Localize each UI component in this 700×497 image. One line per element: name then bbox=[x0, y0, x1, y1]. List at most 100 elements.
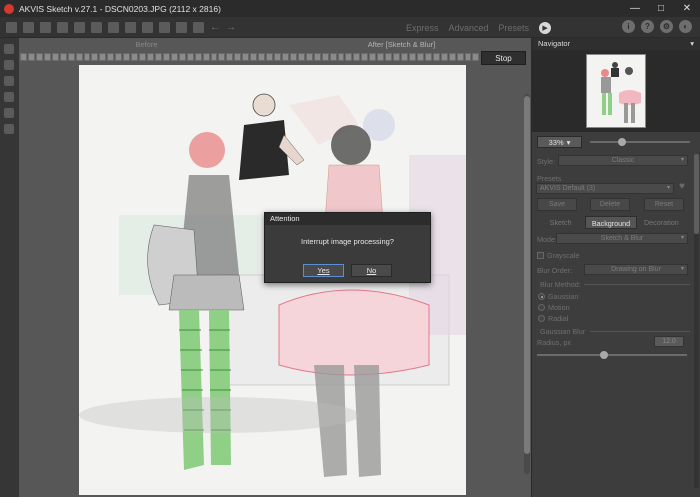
text-icon[interactable] bbox=[142, 21, 153, 33]
navigator-header: Navigator ▾ bbox=[532, 38, 700, 50]
title-bar: AKVIS Sketch v.27.1 - DSCN0203.JPG (2112… bbox=[0, 0, 700, 17]
settings-gear-icon[interactable]: ⚙ bbox=[660, 20, 673, 33]
undo-icon[interactable]: ← bbox=[210, 22, 220, 33]
progress-cell bbox=[258, 53, 266, 61]
progress-cell bbox=[361, 53, 369, 61]
batch-icon[interactable] bbox=[40, 21, 51, 33]
eraser-icon[interactable] bbox=[193, 21, 204, 33]
paint-icon[interactable] bbox=[4, 76, 14, 86]
progress-cell bbox=[305, 53, 313, 61]
progress-cell bbox=[27, 53, 35, 61]
grayscale-checkbox[interactable] bbox=[537, 252, 544, 259]
pencil-tool-icon[interactable] bbox=[4, 60, 14, 70]
crop-tool-icon[interactable] bbox=[4, 92, 14, 102]
reset-preset-button[interactable]: Reset bbox=[644, 198, 684, 211]
frame-icon[interactable] bbox=[125, 21, 136, 33]
tab-sketch[interactable]: Sketch bbox=[536, 216, 585, 229]
window-title: AKVIS Sketch v.27.1 - DSCN0203.JPG (2112… bbox=[19, 3, 221, 14]
zoom-select[interactable]: 33% ▾ bbox=[537, 136, 582, 148]
radius-slider-track[interactable] bbox=[537, 354, 687, 356]
run-icon[interactable]: ▶ bbox=[539, 21, 552, 34]
share-icon[interactable] bbox=[74, 21, 85, 33]
print-icon[interactable] bbox=[57, 21, 68, 33]
mode-express[interactable]: Express bbox=[406, 23, 439, 33]
dialog-buttons: Yes No bbox=[265, 264, 430, 277]
brush-icon[interactable] bbox=[4, 44, 14, 54]
thumbnail-illustration bbox=[587, 55, 645, 127]
settings-panel: Navigator ▾ 33% ▾ Style: Classic ▾ Prese… bbox=[531, 38, 700, 497]
tab-before[interactable]: Before bbox=[19, 40, 274, 50]
mode-select[interactable]: Sketch & Blur ▾ bbox=[556, 233, 688, 244]
radio-motion[interactable] bbox=[538, 304, 545, 311]
yes-button[interactable]: Yes bbox=[303, 264, 344, 277]
navigator-box[interactable] bbox=[532, 50, 700, 132]
notifications-icon[interactable]: ◐ bbox=[679, 20, 692, 33]
progress-cell bbox=[170, 53, 178, 61]
radio-motion-label: Motion bbox=[548, 303, 570, 312]
progress-cell bbox=[408, 53, 416, 61]
canvas-icon[interactable] bbox=[91, 21, 102, 33]
blur-order-select[interactable]: Drawing on Blur ▾ bbox=[584, 264, 688, 275]
zoom-slider-knob[interactable] bbox=[618, 138, 626, 146]
settings-tabs: Sketch Background Decoration bbox=[536, 216, 686, 229]
progress-cell bbox=[456, 53, 464, 61]
radius-input[interactable]: 12.0 bbox=[654, 336, 684, 347]
progress-cell bbox=[75, 53, 83, 61]
minimize-button[interactable]: — bbox=[622, 0, 648, 17]
favorite-heart-icon[interactable]: ♥ bbox=[679, 181, 685, 192]
radio-gaussian[interactable] bbox=[538, 293, 545, 300]
window-controls: — □ ✕ bbox=[622, 0, 700, 17]
mode-advanced[interactable]: Advanced bbox=[449, 23, 489, 33]
progress-cell bbox=[432, 53, 440, 61]
save-icon[interactable] bbox=[23, 21, 34, 33]
progress-cell bbox=[313, 53, 321, 61]
dialog-message: Interrupt image processing? bbox=[301, 237, 394, 246]
pencil-icon[interactable] bbox=[159, 21, 170, 33]
stroke-icon[interactable] bbox=[176, 21, 187, 33]
collapse-chevron-icon[interactable]: ▾ bbox=[690, 38, 694, 50]
redo-icon[interactable]: → bbox=[226, 22, 236, 33]
info-icon[interactable]: i bbox=[622, 20, 635, 33]
zoom-slider-track[interactable] bbox=[590, 141, 690, 143]
blur-method-divider bbox=[584, 284, 690, 285]
progress-cell bbox=[139, 53, 146, 61]
mode-presets[interactable]: Presets bbox=[499, 23, 530, 33]
tab-decoration[interactable]: Decoration bbox=[637, 216, 686, 229]
progress-cell bbox=[226, 53, 234, 61]
panel-scroll-thumb[interactable] bbox=[694, 154, 699, 234]
maximize-button[interactable]: □ bbox=[648, 0, 674, 17]
mode-switcher: Express Advanced Presets ▶ bbox=[406, 17, 552, 38]
progress-cell bbox=[194, 53, 202, 61]
blur-order-label: Blur Order: bbox=[537, 266, 573, 275]
progress-cell bbox=[472, 53, 480, 61]
zoom-icon[interactable] bbox=[4, 124, 14, 134]
canvas-vertical-scrollbar[interactable] bbox=[524, 94, 530, 474]
hand-icon[interactable] bbox=[4, 108, 14, 118]
style-select[interactable]: Classic ▾ bbox=[558, 155, 688, 166]
progress-cell bbox=[337, 53, 345, 61]
progress-cell bbox=[51, 53, 59, 61]
no-button[interactable]: No bbox=[351, 264, 392, 277]
tab-background[interactable]: Background bbox=[585, 216, 637, 229]
delete-preset-button[interactable]: Delete bbox=[590, 198, 630, 211]
navigator-thumbnail[interactable] bbox=[586, 54, 646, 128]
crop-icon[interactable] bbox=[108, 21, 119, 33]
progress-cell bbox=[464, 53, 472, 61]
stop-button[interactable]: Stop bbox=[481, 51, 526, 65]
progress-cell bbox=[345, 53, 353, 61]
open-icon[interactable] bbox=[6, 21, 17, 33]
canvas-scroll-thumb[interactable] bbox=[524, 96, 530, 454]
radio-radial[interactable] bbox=[538, 315, 545, 322]
preset-select[interactable]: AKVIS Default (3) ▾ bbox=[536, 183, 674, 194]
progress-cell bbox=[266, 53, 273, 61]
progress-cell bbox=[401, 53, 408, 61]
radius-slider-knob[interactable] bbox=[600, 351, 608, 359]
tab-after[interactable]: After [Sketch & Blur] bbox=[274, 40, 529, 50]
save-preset-button[interactable]: Save bbox=[537, 198, 577, 211]
panel-scrollbar[interactable] bbox=[694, 154, 699, 488]
progress-cell bbox=[59, 53, 67, 61]
main-toolbar: ← → Express Advanced Presets ▶ i ? ⚙ ◐ bbox=[0, 17, 700, 38]
close-button[interactable]: ✕ bbox=[674, 0, 700, 17]
zoom-value: 33% bbox=[548, 137, 564, 147]
help-icon[interactable]: ? bbox=[641, 20, 654, 33]
